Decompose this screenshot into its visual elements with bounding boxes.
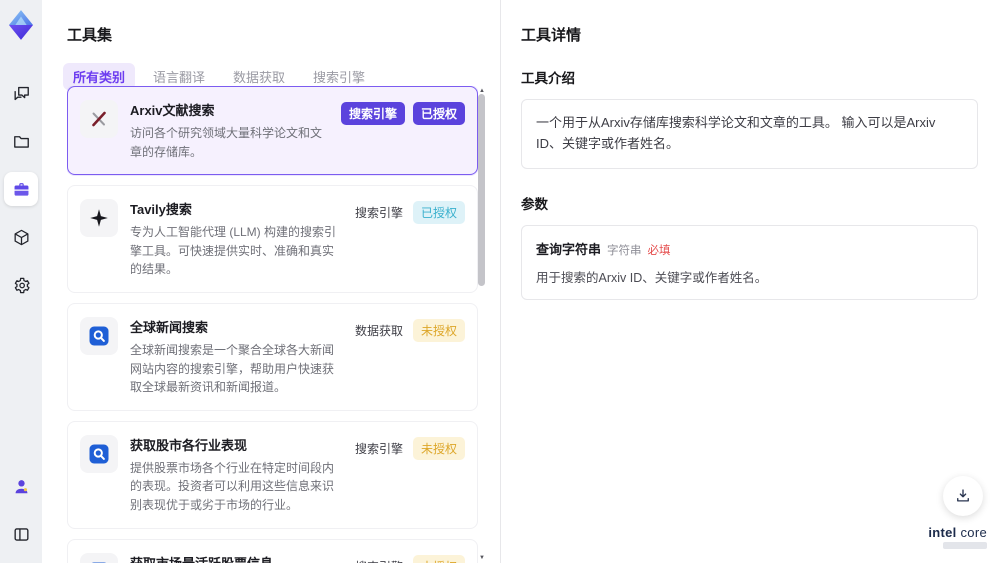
search-blue-icon-wrap: [80, 434, 118, 473]
intro-text: 一个用于从Arxiv存储库搜索科学论文和文章的工具。 输入可以是Arxiv ID…: [521, 99, 978, 169]
tool-card-arxiv-search[interactable]: Arxiv文献搜索访问各个研究领域大量科学论文和文章的存储库。 搜索引擎 已授权: [67, 86, 478, 176]
search-blue-icon-wrap: [80, 316, 118, 355]
param-item: 查询字符串 字符串 必填 用于搜索的Arxiv ID、关键字或作者姓名。: [521, 224, 978, 300]
search-app-icon: [89, 444, 109, 464]
cube-icon: [14, 229, 28, 245]
search-blue-icon-wrap: [80, 552, 118, 563]
tavily-icon-wrap: [80, 199, 118, 238]
tool-list-panel: 工具集 所有类别 语言翻译 数据获取 搜索引擎 Arxiv文献搜索 访问各个研究领域大量…: [42, 0, 500, 563]
download-button[interactable]: [943, 476, 983, 516]
sidebar-item-tools[interactable]: [4, 172, 38, 206]
search-app-icon: [91, 562, 107, 563]
params-heading: 参数: [521, 196, 548, 212]
tool-name: Tavily搜索: [130, 202, 192, 218]
page-title: 工具集: [67, 27, 113, 44]
param-type: 字符串: [607, 244, 642, 257]
detail-title: 工具详情: [521, 27, 582, 44]
tool-card-tavily-search[interactable]: Tavily搜索专为人工智能代理 (LLM) 构建的搜索引擎工具。可快速提供实时…: [67, 185, 478, 293]
tool-name: 获取股市各行业表现: [130, 437, 248, 453]
auth-status-badge: 未授权: [412, 436, 465, 460]
app-logo-icon: [4, 8, 38, 42]
auth-status-badge: 未授权: [412, 318, 465, 342]
sidebar-collapse-button[interactable]: [4, 517, 38, 551]
tool-description: 访问各个研究领域大量科学论文和文章的存储库。: [130, 126, 323, 159]
auth-status-badge: 未授权: [412, 554, 465, 563]
category-badge: 搜索引擎: [354, 441, 403, 456]
tavily-star-icon: [90, 209, 108, 227]
param-name: 查询字符串: [536, 241, 602, 257]
scroll-down-arrow[interactable]: ▼: [479, 555, 485, 561]
tool-card-global-news-search[interactable]: 全球新闻搜索全球新闻搜索是一个聚合全球各大新闻网站内容的搜索引擎，帮助用户快速获…: [67, 302, 478, 411]
sidebar-item-account[interactable]: [4, 469, 38, 503]
param-desc: 用于搜索的Arxiv ID、关键字或作者姓名。: [536, 270, 768, 285]
tool-detail-panel: 工具详情 工具介绍 一个用于从Arxiv存储库搜索科学论文和文章的工具。 输入可…: [500, 0, 1000, 563]
arxiv-icon: [92, 111, 106, 127]
tool-description: 专为人工智能代理 (LLM) 构建的搜索引擎工具。可快速提供实时、准确和真实的结…: [130, 225, 337, 277]
download-icon: [957, 489, 969, 502]
user-icon: [15, 479, 27, 493]
intel-logo-text: intel: [928, 525, 957, 540]
search-app-icon: [89, 326, 109, 346]
sidebar-item-models[interactable]: [4, 220, 38, 254]
category-badge: 搜索引擎: [340, 102, 405, 125]
folder-icon: [13, 135, 29, 148]
category-badge: 搜索引擎: [353, 555, 405, 563]
intel-core-logo: intel core: [928, 525, 987, 549]
tool-card-stock-sector-performance[interactable]: 获取股市各行业表现提供股票市场各个行业在特定时间段内的表现。投资者可以利用这些信…: [67, 420, 478, 529]
gear-icon: [14, 277, 30, 293]
auth-status-badge: 已授权: [412, 102, 465, 125]
tool-name: 全球新闻搜索: [130, 319, 209, 335]
auth-status-badge: 已授权: [412, 201, 465, 225]
panel-toggle-icon: [13, 527, 29, 541]
param-required-badge: 必填: [647, 244, 671, 257]
intel-logo-subline: [943, 542, 987, 549]
tool-description: 全球新闻搜索是一个聚合全球各大新闻网站内容的搜索引擎，帮助用户快速获取全球最新资…: [130, 342, 335, 395]
sidebar-item-chat[interactable]: [4, 76, 38, 110]
briefcase-icon: [14, 182, 28, 196]
tool-name: 获取市场最活跃股票信息: [130, 553, 341, 563]
sidebar-item-files[interactable]: [4, 124, 38, 158]
intel-core-text: core: [960, 525, 987, 540]
tool-list: Arxiv文献搜索 访问各个研究领域大量科学论文和文章的存储库。 搜索引擎 已授权 Ta…: [67, 86, 478, 563]
tool-name: Arxiv文献搜索: [130, 103, 215, 118]
app-sidebar: [0, 0, 42, 563]
sidebar-item-settings[interactable]: [4, 268, 38, 302]
chat-icon: [13, 86, 29, 100]
intro-heading: 工具介绍: [521, 71, 575, 86]
arxiv-icon-wrap: [80, 100, 118, 138]
tool-description: 提供股票市场各个行业在特定时间段内的表现。投资者可以利用这些信息来识别表现优于或…: [130, 460, 335, 512]
scrollbar-thumb[interactable]: [478, 94, 485, 286]
tool-list-scrollbar[interactable]: ▲ ▼: [478, 88, 486, 561]
tool-card-most-active-stocks[interactable]: 获取市场最活跃股票信息提供当天交易量最高的股票列表。投资者可以利用这些信息来识别…: [67, 538, 478, 563]
category-badge: 数据获取: [354, 323, 403, 338]
category-badge: 搜索引擎: [354, 206, 403, 221]
